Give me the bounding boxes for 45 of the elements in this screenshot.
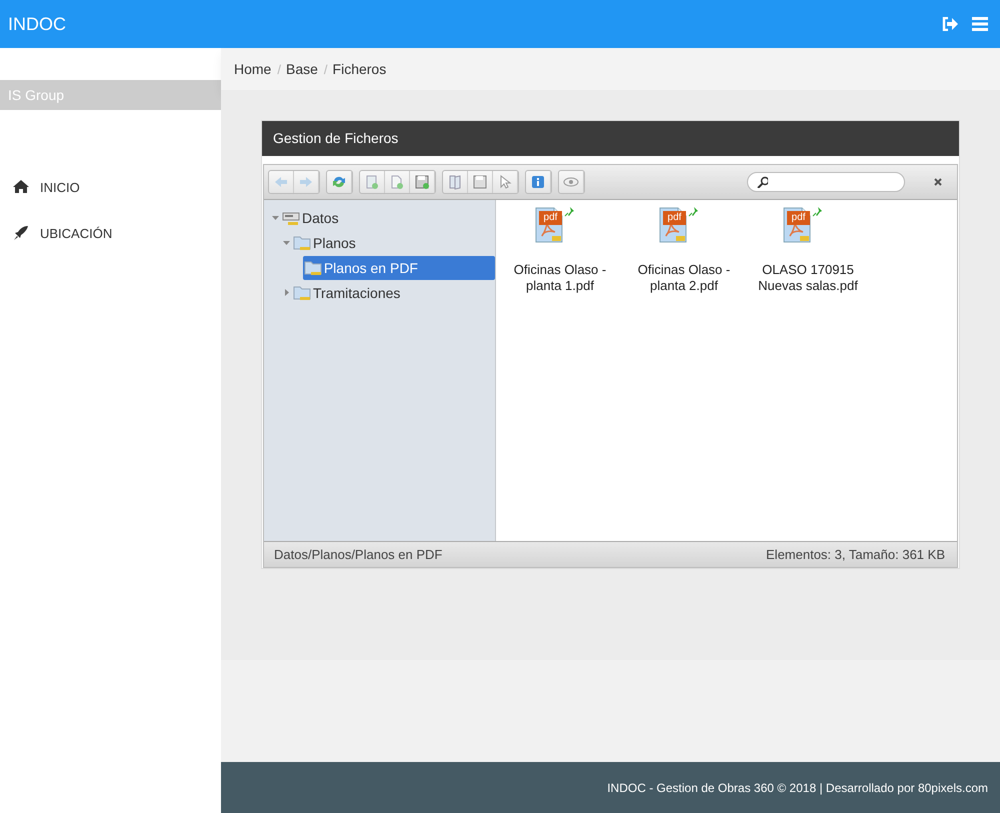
file-item[interactable]: pdf Oficinas Olaso - planta 2.pdf xyxy=(628,204,740,294)
footer-text: INDOC - Gestion de Obras 360 © 2018 | Desarrollado por 80pixels.com xyxy=(607,780,988,794)
nav-item[interactable]: INICIO xyxy=(0,178,221,196)
breadcrumb-link[interactable]: Ficheros xyxy=(332,61,386,77)
menu-icon[interactable] xyxy=(972,17,988,31)
search-field[interactable] xyxy=(747,172,905,192)
pin-icon xyxy=(688,206,700,217)
tree-item[interactable]: Planos en PDF xyxy=(302,256,495,280)
refresh-icon xyxy=(331,174,347,190)
pin-icon xyxy=(812,206,824,217)
pin-icon xyxy=(564,206,576,217)
close-icon[interactable] xyxy=(933,177,943,187)
tree-item[interactable]: Datos xyxy=(281,206,343,230)
nav-item[interactable]: UBICACIÓN xyxy=(0,224,221,242)
rocket-icon xyxy=(13,225,29,241)
collapse-arrow-icon[interactable] xyxy=(271,213,280,222)
file-item[interactable]: pdf OLASO 170915 Nuevas salas.pdf xyxy=(752,204,864,294)
home-icon xyxy=(13,179,29,195)
folder-summary: Elementos: 3, Tamaño: 361 KB xyxy=(766,547,945,562)
panel-title: Gestion de Ficheros xyxy=(262,121,959,156)
expand-arrow-icon[interactable] xyxy=(282,288,291,297)
file-item[interactable]: pdf Oficinas Olaso - planta 1.pdf xyxy=(504,204,616,294)
breadcrumb-separator: / xyxy=(277,62,281,76)
tree-item[interactable]: Tramitaciones xyxy=(292,280,404,304)
info-icon xyxy=(530,174,546,190)
back-arrow-icon xyxy=(273,174,289,190)
collapse-arrow-icon[interactable] xyxy=(282,238,291,247)
search-icon xyxy=(756,176,768,188)
file-type-label: pdf xyxy=(538,211,562,225)
forward-arrow-icon xyxy=(298,174,314,190)
folder-icon xyxy=(293,284,311,301)
file-type-label: pdf xyxy=(662,211,686,225)
logout-icon[interactable] xyxy=(942,17,958,31)
save-icon xyxy=(414,174,430,190)
book-icon xyxy=(447,174,463,190)
breadcrumb-link[interactable]: Home xyxy=(234,61,272,77)
breadcrumb-link[interactable]: Base xyxy=(286,61,318,77)
tree-item[interactable]: Planos xyxy=(292,230,360,254)
current-path: Datos/Planos/Planos en PDF xyxy=(274,547,442,562)
add-file-icon xyxy=(389,174,405,190)
breadcrumb-separator: / xyxy=(324,62,328,76)
file-type-label: pdf xyxy=(786,211,810,225)
folder-icon xyxy=(304,259,322,276)
folder-icon xyxy=(293,234,311,251)
new-file-icon xyxy=(364,174,380,190)
